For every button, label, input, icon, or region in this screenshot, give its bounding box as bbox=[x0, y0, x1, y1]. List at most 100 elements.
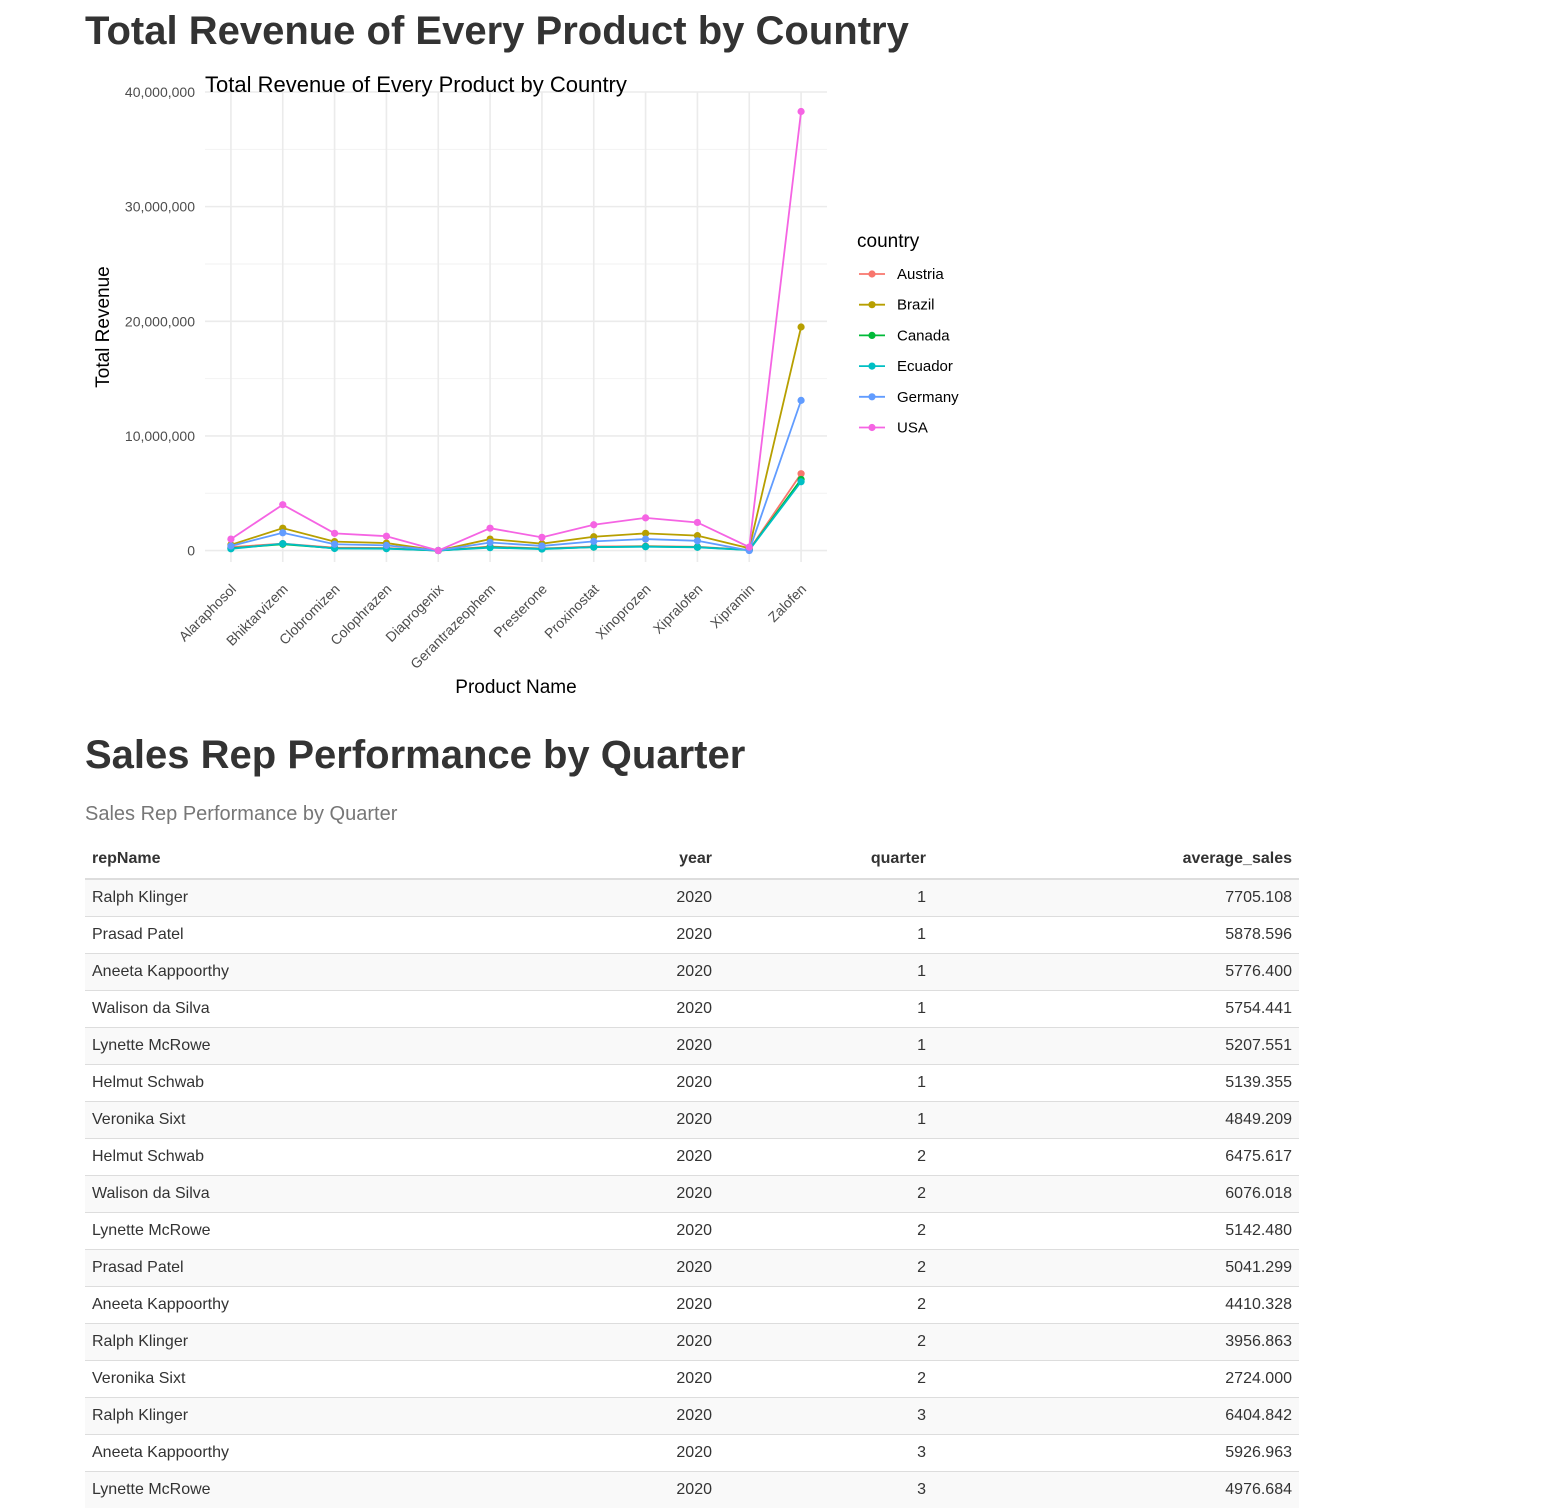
series-line-usa bbox=[230, 111, 802, 552]
cell-repname: Walison da Silva bbox=[85, 1175, 655, 1213]
cell-year: 2020 bbox=[655, 1101, 719, 1139]
cell-quarter: 2 bbox=[719, 1360, 933, 1398]
table-row: Walison da Silva 2020 2 6076.018 bbox=[85, 1175, 1299, 1213]
x-axis-label: Product Name bbox=[455, 677, 576, 698]
cell-repname: Helmut Schwab bbox=[85, 1064, 655, 1102]
table-body: Ralph Klinger 2020 1 7705.108 Prasad Patel 20… bbox=[85, 878, 1299, 1508]
cell-average-sales: 4976.684 bbox=[933, 1471, 1299, 1508]
legend-key-point bbox=[868, 362, 876, 370]
data-point bbox=[382, 532, 391, 540]
cell-year: 2020 bbox=[655, 990, 719, 1028]
section-title-sales-rep: Sales Rep Performance by Quarter bbox=[85, 733, 746, 777]
data-point bbox=[486, 524, 494, 532]
data-point bbox=[693, 537, 702, 545]
x-tick-label: Xipralofen bbox=[650, 581, 706, 637]
cell-average-sales: 5926.963 bbox=[933, 1434, 1299, 1472]
cell-year: 2020 bbox=[655, 1064, 719, 1102]
legend-title: country bbox=[857, 231, 920, 252]
series-line-germany bbox=[230, 400, 802, 552]
cell-repname: Ralph Klinger bbox=[85, 1323, 655, 1361]
legend-key-point bbox=[868, 423, 876, 432]
cell-year: 2020 bbox=[655, 1212, 719, 1250]
cell-year: 2020 bbox=[655, 1434, 719, 1472]
cell-average-sales: 2724.000 bbox=[933, 1360, 1299, 1398]
y-tick-label: 10,000,000 bbox=[125, 428, 195, 444]
sales-rep-table: repName year quarter average_sales Ralph… bbox=[85, 840, 1299, 1508]
cell-year: 2020 bbox=[655, 916, 719, 954]
cell-average-sales: 6076.018 bbox=[933, 1175, 1299, 1213]
data-point bbox=[641, 535, 650, 543]
table-row: Veronika Sixt 2020 2 2724.000 bbox=[85, 1360, 1299, 1398]
cell-quarter: 2 bbox=[719, 1286, 933, 1324]
table-row: Aneeta Kappoorthy 2020 3 5926.963 bbox=[85, 1434, 1299, 1472]
cell-average-sales: 5878.596 bbox=[933, 916, 1299, 954]
data-point bbox=[434, 546, 442, 555]
cell-repname: Lynette McRowe bbox=[85, 1471, 655, 1508]
data-point bbox=[797, 478, 805, 486]
cell-quarter: 1 bbox=[719, 1064, 933, 1102]
cell-quarter: 2 bbox=[719, 1323, 933, 1361]
table-row: Veronika Sixt 2020 1 4849.209 bbox=[85, 1101, 1299, 1139]
legend-label-austria: Austria bbox=[897, 266, 944, 283]
cell-year: 2020 bbox=[655, 1323, 719, 1361]
data-point bbox=[797, 396, 805, 404]
table-row: Aneeta Kappoorthy 2020 2 4410.328 bbox=[85, 1286, 1299, 1324]
legend-label-germany: Germany bbox=[897, 389, 959, 406]
cell-repname: Veronika Sixt bbox=[85, 1101, 655, 1139]
cell-repname: Walison da Silva bbox=[85, 990, 655, 1028]
cell-quarter: 3 bbox=[719, 1471, 933, 1508]
cell-quarter: 1 bbox=[719, 916, 933, 954]
data-point bbox=[797, 107, 805, 116]
cell-quarter: 1 bbox=[719, 878, 933, 917]
legend-key-point bbox=[868, 301, 876, 309]
cell-quarter: 1 bbox=[719, 990, 933, 1028]
cell-repname: Prasad Patel bbox=[85, 916, 655, 954]
table-row: Ralph Klinger 2020 3 6404.842 bbox=[85, 1397, 1299, 1435]
data-point bbox=[227, 542, 235, 550]
y-axis-label: Total Revenue bbox=[93, 266, 114, 387]
cell-repname: Aneeta Kappoorthy bbox=[85, 1434, 655, 1472]
cell-year: 2020 bbox=[655, 1138, 719, 1176]
cell-repname: Ralph Klinger bbox=[85, 878, 655, 917]
data-point bbox=[797, 323, 805, 331]
cell-quarter: 2 bbox=[719, 1212, 933, 1250]
cell-year: 2020 bbox=[655, 1397, 719, 1435]
cell-repname: Aneeta Kappoorthy bbox=[85, 1286, 655, 1324]
x-tick-label: Xipramin bbox=[707, 581, 757, 631]
cell-repname: Lynette McRowe bbox=[85, 1212, 655, 1250]
table-header-row: repName year quarter average_sales bbox=[85, 840, 1299, 880]
series-line-brazil bbox=[230, 326, 802, 552]
data-point bbox=[538, 542, 546, 550]
revenue-chart: 0 10,000,000 20,000,000 30,000,000 40,000,00… bbox=[85, 62, 985, 712]
table-row: Ralph Klinger 2020 1 7705.108 bbox=[85, 878, 1299, 917]
table-row: Helmut Schwab 2020 2 6475.617 bbox=[85, 1138, 1299, 1176]
table-row: Helmut Schwab 2020 1 5139.355 bbox=[85, 1064, 1299, 1102]
data-point bbox=[641, 543, 650, 551]
y-tick-label: 40,000,000 bbox=[125, 84, 195, 100]
x-tick-label: Zalofen bbox=[765, 581, 809, 625]
revenue-chart-svg: 0 10,000,000 20,000,000 30,000,000 40,000,00… bbox=[93, 72, 959, 698]
cell-quarter: 1 bbox=[719, 1027, 933, 1065]
cell-average-sales: 5041.299 bbox=[933, 1249, 1299, 1287]
data-point bbox=[693, 518, 702, 527]
table-row: Lynette McRowe 2020 2 5142.480 bbox=[85, 1212, 1299, 1250]
data-point bbox=[590, 537, 598, 545]
y-tick-label: 30,000,000 bbox=[125, 199, 195, 215]
table-row: Prasad Patel 2020 2 5041.299 bbox=[85, 1249, 1299, 1287]
cell-repname: Ralph Klinger bbox=[85, 1397, 655, 1435]
data-point bbox=[590, 521, 598, 529]
cell-year: 2020 bbox=[655, 953, 719, 991]
cell-quarter: 1 bbox=[719, 953, 933, 991]
table-row: Walison da Silva 2020 1 5754.441 bbox=[85, 990, 1299, 1028]
cell-quarter: 3 bbox=[719, 1397, 933, 1435]
cell-quarter: 2 bbox=[719, 1175, 933, 1213]
cell-average-sales: 5754.441 bbox=[933, 990, 1299, 1028]
cell-repname: Lynette McRowe bbox=[85, 1027, 655, 1065]
legend-key-point bbox=[868, 270, 876, 278]
data-point bbox=[745, 543, 753, 551]
cell-year: 2020 bbox=[655, 1471, 719, 1508]
cell-average-sales: 4410.328 bbox=[933, 1286, 1299, 1324]
cell-year: 2020 bbox=[655, 878, 719, 917]
cell-average-sales: 5776.400 bbox=[933, 953, 1299, 991]
cell-year: 2020 bbox=[655, 1027, 719, 1065]
